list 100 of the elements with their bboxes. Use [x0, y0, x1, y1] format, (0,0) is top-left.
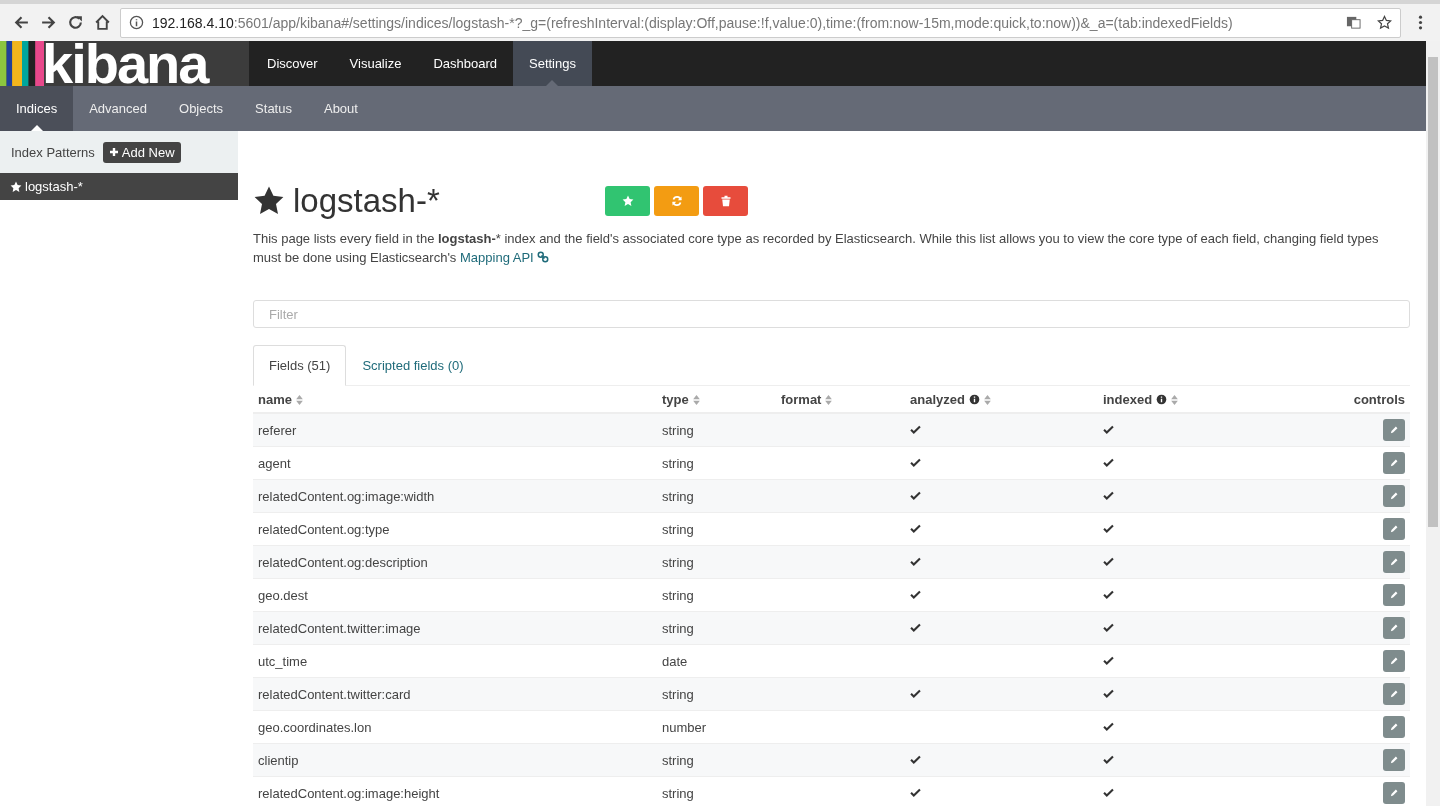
- reload-icon[interactable]: [67, 14, 84, 31]
- refresh-button[interactable]: [654, 186, 699, 216]
- edit-button[interactable]: [1383, 716, 1405, 738]
- url-path: :5601/app/kibana#/settings/indices/logstash-*?_g=(refreshInterval:(display:Off,pause:!f,value:0),time:(from:now-15m,mode:quick,to:now))&_a=(tab:indexedFields): [233, 14, 1233, 31]
- sub-nav-tab[interactable]: Indices: [0, 86, 74, 131]
- table-cell: relatedContent.og:description: [253, 545, 657, 579]
- table-cell: relatedContent.twitter:image: [253, 611, 657, 645]
- star-icon[interactable]: [1377, 15, 1392, 30]
- pencil-icon: [1389, 688, 1399, 700]
- nav-tab[interactable]: Dashboard: [417, 41, 513, 86]
- check-icon: [910, 786, 921, 798]
- table-cell: geo.dest: [253, 578, 657, 612]
- check-icon: [910, 555, 921, 567]
- check-icon: [1103, 555, 1114, 567]
- edit-button[interactable]: [1383, 683, 1405, 705]
- pencil-icon: [1389, 457, 1399, 469]
- pencil-icon: [1389, 622, 1399, 634]
- edit-button[interactable]: [1383, 617, 1405, 639]
- pencil-icon: [1389, 754, 1399, 766]
- check-icon: [910, 522, 921, 534]
- stripes-icon: [0, 41, 44, 86]
- sort-icon: [295, 394, 303, 405]
- fields-tab[interactable]: Scripted fields (0): [346, 345, 480, 386]
- url-host: 192.168.4.10: [152, 14, 234, 31]
- check-icon: [910, 423, 921, 435]
- pencil-icon: [1389, 787, 1399, 799]
- mapping-api-link[interactable]: Mapping API: [460, 250, 550, 265]
- sort-icon: [1171, 394, 1179, 405]
- pencil-icon: [1389, 424, 1399, 436]
- check-icon: [1103, 687, 1114, 699]
- filter-field[interactable]: Filter: [253, 300, 1410, 328]
- edit-button[interactable]: [1383, 584, 1405, 606]
- edit-button[interactable]: [1383, 485, 1405, 507]
- translate-icon[interactable]: [1346, 15, 1361, 30]
- nav-tab[interactable]: Visualize: [333, 41, 418, 86]
- info-icon: [1156, 393, 1168, 405]
- table-cell: number: [657, 710, 776, 744]
- table-cell: relatedContent.twitter:card: [253, 677, 657, 711]
- table-cell: string: [657, 776, 776, 806]
- table-cell: agent: [253, 446, 657, 480]
- check-icon: [1103, 753, 1114, 765]
- trash-icon: [719, 195, 732, 207]
- sort-icon: [692, 394, 700, 405]
- check-icon: [1103, 423, 1114, 435]
- table-cell: string: [657, 413, 776, 447]
- edit-button[interactable]: [1383, 650, 1405, 672]
- sub-nav-tab[interactable]: Status: [239, 86, 308, 131]
- info-icon[interactable]: [129, 15, 144, 30]
- description-text: This page lists every field in the logstash-* index and the field's associated core type as recorded by Elasticsearch. While this list allows you to view the core type of each field, changing field types must be done using Elasticsearch's Mapping API: [253, 230, 1380, 267]
- plus-icon: [108, 147, 119, 157]
- edit-button[interactable]: [1383, 419, 1405, 441]
- pencil-icon: [1389, 556, 1399, 568]
- edit-button[interactable]: [1383, 749, 1405, 771]
- sub-nav-tab[interactable]: About: [307, 86, 374, 131]
- table-cell: string: [657, 611, 776, 645]
- table-cell: relatedContent.og:type: [253, 512, 657, 546]
- table-cell: date: [657, 644, 776, 678]
- link-icon: [537, 251, 550, 263]
- check-icon: [1103, 522, 1114, 534]
- table-cell: clientip: [253, 743, 657, 777]
- edit-button[interactable]: [1383, 452, 1405, 474]
- check-icon: [1103, 456, 1114, 468]
- check-icon: [910, 588, 921, 600]
- check-icon: [1103, 489, 1114, 501]
- check-icon: [910, 753, 921, 765]
- refresh-icon: [670, 195, 683, 207]
- fields-tab[interactable]: Fields (51): [253, 345, 347, 386]
- home-icon[interactable]: [94, 14, 111, 31]
- nav-tab[interactable]: Discover: [251, 41, 334, 86]
- delete-button[interactable]: [703, 186, 748, 216]
- nav-tab[interactable]: Settings: [513, 41, 592, 86]
- table-cell: relatedContent.og:image:height: [253, 776, 657, 806]
- info-icon: [968, 393, 980, 405]
- edit-button[interactable]: [1383, 518, 1405, 540]
- table-cell: geo.coordinates.lon: [253, 710, 657, 744]
- table-cell: string: [657, 479, 776, 513]
- edit-button[interactable]: [1383, 782, 1405, 804]
- address-bar[interactable]: 192.168.4.10:5601/app/kibana#/settings/indices/logstash-*?_g=(refreshInterval:(display:Off,pause:!f,value:0),time:(from:now-15m,mode:quick,to:now))&_a=(tab:indexedFields): [120, 7, 1401, 38]
- sub-nav-tab[interactable]: Advanced: [73, 86, 164, 131]
- check-icon: [1103, 786, 1114, 798]
- pencil-icon: [1389, 589, 1399, 601]
- back-icon[interactable]: [13, 14, 30, 31]
- scrollbar-thumb[interactable]: [1428, 57, 1438, 527]
- edit-button[interactable]: [1383, 551, 1405, 573]
- sub-nav-tab[interactable]: Objects: [163, 86, 240, 131]
- kibana-logo[interactable]: kibana: [0, 41, 249, 86]
- check-icon: [1103, 588, 1114, 600]
- forward-icon[interactable]: [40, 14, 57, 31]
- scrollbar[interactable]: [1426, 41, 1440, 806]
- pencil-icon: [1389, 490, 1399, 502]
- table-cell: string: [657, 743, 776, 777]
- star-icon: [621, 195, 634, 207]
- add-new-button[interactable]: Add New: [102, 141, 181, 163]
- table-cell: string: [657, 578, 776, 612]
- check-icon: [1103, 654, 1114, 666]
- check-icon: [910, 489, 921, 501]
- index-pattern-item[interactable]: logstash-*: [0, 173, 238, 200]
- check-icon: [910, 456, 921, 468]
- set-default-button[interactable]: [605, 186, 650, 216]
- check-icon: [910, 621, 921, 633]
